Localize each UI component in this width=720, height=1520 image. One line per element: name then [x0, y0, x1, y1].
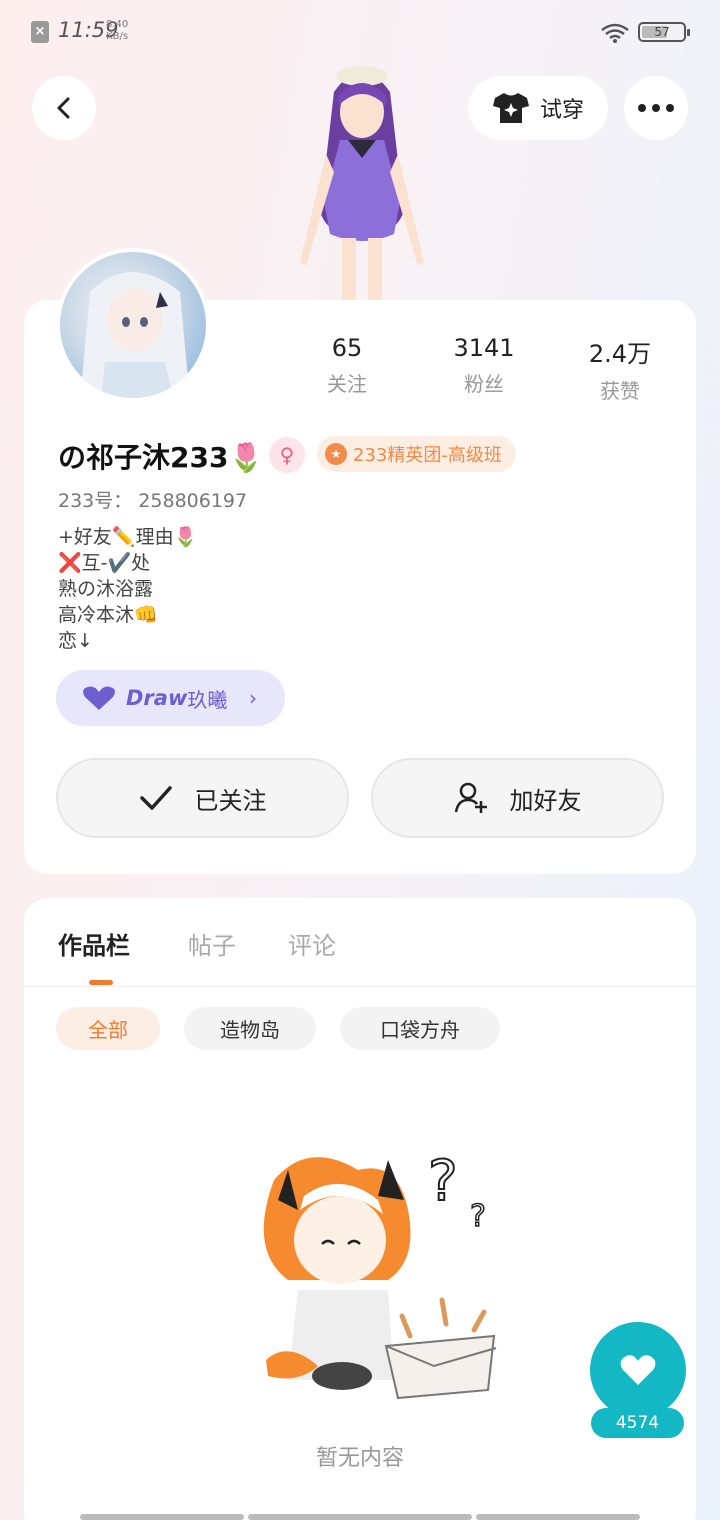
- filter-build-island[interactable]: 造物岛: [184, 1007, 316, 1050]
- female-icon: ♀: [269, 437, 305, 473]
- notification-x-icon: ×: [31, 21, 49, 43]
- username: の祁子沐233🌷: [58, 441, 264, 474]
- tab-works[interactable]: 作品栏: [58, 926, 130, 961]
- tab-posts[interactable]: 帖子: [188, 926, 236, 961]
- group-badge-label: 233精英团-高级班: [353, 445, 502, 466]
- stat-likes[interactable]: 2.4万 获赞: [560, 334, 680, 404]
- heart-icon: [620, 1355, 656, 1385]
- check-icon: [139, 786, 172, 810]
- tab-divider: [24, 986, 696, 987]
- stat-fans[interactable]: 3141 粉丝: [424, 334, 544, 397]
- scroll-indicator: [476, 1514, 640, 1520]
- battery-icon: 57: [638, 22, 690, 42]
- draw-name: 玖曦: [187, 687, 228, 712]
- net-speed-value: 8.40: [106, 19, 129, 30]
- add-friend-button[interactable]: 加好友: [371, 758, 664, 838]
- draw-chip[interactable]: Draw 玖曦 ›: [56, 670, 285, 726]
- chevron-right-icon: ›: [249, 686, 257, 710]
- followed-button[interactable]: 已关注: [56, 758, 349, 838]
- svg-text:?: ?: [470, 1199, 486, 1234]
- net-speed: 8.40 KB/s: [106, 19, 128, 43]
- svg-text:?: ?: [428, 1149, 458, 1214]
- tshirt-icon: [492, 93, 529, 123]
- likes-label: 获赞: [600, 379, 640, 403]
- try-on-button[interactable]: 试穿: [468, 76, 608, 140]
- like-button[interactable]: [590, 1322, 686, 1418]
- group-badge[interactable]: ★ 233精英团-高级班: [317, 436, 516, 472]
- scroll-indicator: [248, 1514, 472, 1520]
- tab-indicator: [89, 980, 113, 985]
- filter-all[interactable]: 全部: [56, 1007, 160, 1050]
- more-button[interactable]: [624, 76, 688, 140]
- empty-state-illustration: ? ?: [263, 1148, 497, 1400]
- add-friend-label: 加好友: [509, 786, 582, 815]
- like-count: 4574: [591, 1408, 684, 1438]
- medal-icon: ★: [325, 443, 347, 465]
- following-count: 65: [331, 334, 363, 362]
- add-user-icon: [454, 782, 487, 813]
- wifi-icon: [601, 23, 629, 43]
- draw-brand: Draw: [126, 686, 188, 710]
- back-button[interactable]: [32, 76, 96, 140]
- fans-count: 3141: [453, 334, 515, 362]
- filter-pocket-ark[interactable]: 口袋方舟: [340, 1007, 500, 1050]
- more-dots-icon: [638, 104, 646, 112]
- net-speed-unit: KB/s: [106, 31, 129, 42]
- try-on-label: 试穿: [539, 98, 584, 123]
- following-label: 关注: [327, 372, 367, 396]
- user-id: 233号： 258806197: [58, 490, 248, 512]
- scroll-indicator: [80, 1514, 244, 1520]
- status-bar: × 11:59 8.40 KB/s 57: [0, 0, 720, 64]
- user-avatar[interactable]: [56, 248, 210, 402]
- followed-label: 已关注: [194, 786, 267, 815]
- chevron-left-icon: [57, 97, 70, 119]
- empty-state-text: 暂无内容: [315, 1446, 404, 1471]
- tab-comments[interactable]: 评论: [288, 926, 336, 961]
- fans-label: 粉丝: [464, 372, 504, 396]
- likes-count: 2.4万: [588, 340, 652, 368]
- user-bio: +好友✏️理由🌷 ❌互-✔️处 熟の沐浴露 高冷本沐👊 恋↓: [58, 526, 198, 652]
- stat-following[interactable]: 65 关注: [287, 334, 407, 397]
- avatar-3d-figure[interactable]: [282, 62, 442, 302]
- draw-heart-icon: [83, 686, 115, 710]
- battery-level: 57: [654, 25, 670, 39]
